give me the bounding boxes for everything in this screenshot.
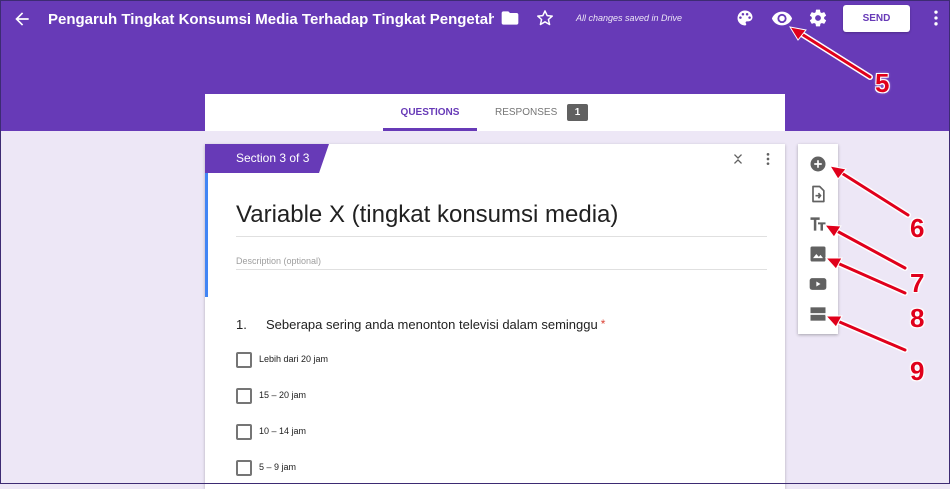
option-label: Lebih dari 20 jam bbox=[259, 354, 329, 364]
option-label: 5 – 9 jam bbox=[259, 462, 297, 472]
add-image-icon[interactable] bbox=[808, 244, 828, 264]
eye-icon[interactable] bbox=[771, 7, 793, 29]
option-label: 10 – 14 jam bbox=[259, 426, 307, 436]
gear-icon[interactable] bbox=[808, 8, 828, 28]
active-section-indicator bbox=[205, 173, 208, 297]
tab-questions[interactable]: QUESTIONS bbox=[383, 94, 477, 131]
folder-icon[interactable] bbox=[500, 8, 520, 28]
description-field[interactable]: Description (optional) bbox=[236, 256, 321, 266]
import-questions-icon[interactable] bbox=[808, 184, 828, 204]
tabs-bar: QUESTIONS RESPONSES 1 bbox=[205, 94, 785, 131]
callout-9: 9 bbox=[910, 356, 925, 386]
section-more-icon[interactable] bbox=[760, 151, 776, 167]
question-text[interactable]: Seberapa sering anda menonton televisi d… bbox=[266, 317, 605, 332]
callout-6: 6 bbox=[910, 213, 925, 243]
checkbox[interactable] bbox=[236, 424, 252, 440]
section-title[interactable]: Variable X (tingkat konsumsi media) bbox=[236, 200, 618, 230]
add-question-icon[interactable] bbox=[808, 154, 828, 174]
responses-count-badge: 1 bbox=[567, 104, 588, 121]
collapse-icon[interactable] bbox=[730, 151, 746, 167]
required-mark: * bbox=[600, 317, 606, 331]
checkbox[interactable] bbox=[236, 352, 252, 368]
callout-5: 5 bbox=[875, 68, 890, 98]
description-underline bbox=[236, 269, 767, 270]
checkbox[interactable] bbox=[236, 460, 252, 476]
saved-status: All changes saved in Drive bbox=[576, 13, 683, 23]
add-video-icon[interactable] bbox=[808, 274, 828, 294]
send-button[interactable]: SEND bbox=[843, 5, 910, 32]
back-arrow-icon[interactable] bbox=[12, 9, 32, 29]
checkbox[interactable] bbox=[236, 388, 252, 404]
more-vert-icon[interactable] bbox=[926, 8, 946, 28]
add-title-icon[interactable] bbox=[808, 214, 828, 234]
add-section-icon[interactable] bbox=[808, 304, 828, 324]
star-icon[interactable] bbox=[535, 8, 555, 28]
callout-8: 8 bbox=[910, 303, 925, 333]
palette-icon[interactable] bbox=[735, 8, 755, 28]
form-title[interactable]: Pengaruh Tingkat Konsumsi Media Terhadap… bbox=[48, 9, 494, 31]
callout-7: 7 bbox=[910, 268, 925, 298]
question-number: 1. bbox=[236, 317, 247, 332]
option-label: 15 – 20 jam bbox=[259, 390, 307, 400]
tab-responses-label: RESPONSES bbox=[495, 107, 558, 118]
title-underline bbox=[236, 236, 767, 237]
section-label: Section 3 of 3 bbox=[236, 151, 310, 165]
question-title: Seberapa sering anda menonton televisi d… bbox=[266, 317, 598, 332]
